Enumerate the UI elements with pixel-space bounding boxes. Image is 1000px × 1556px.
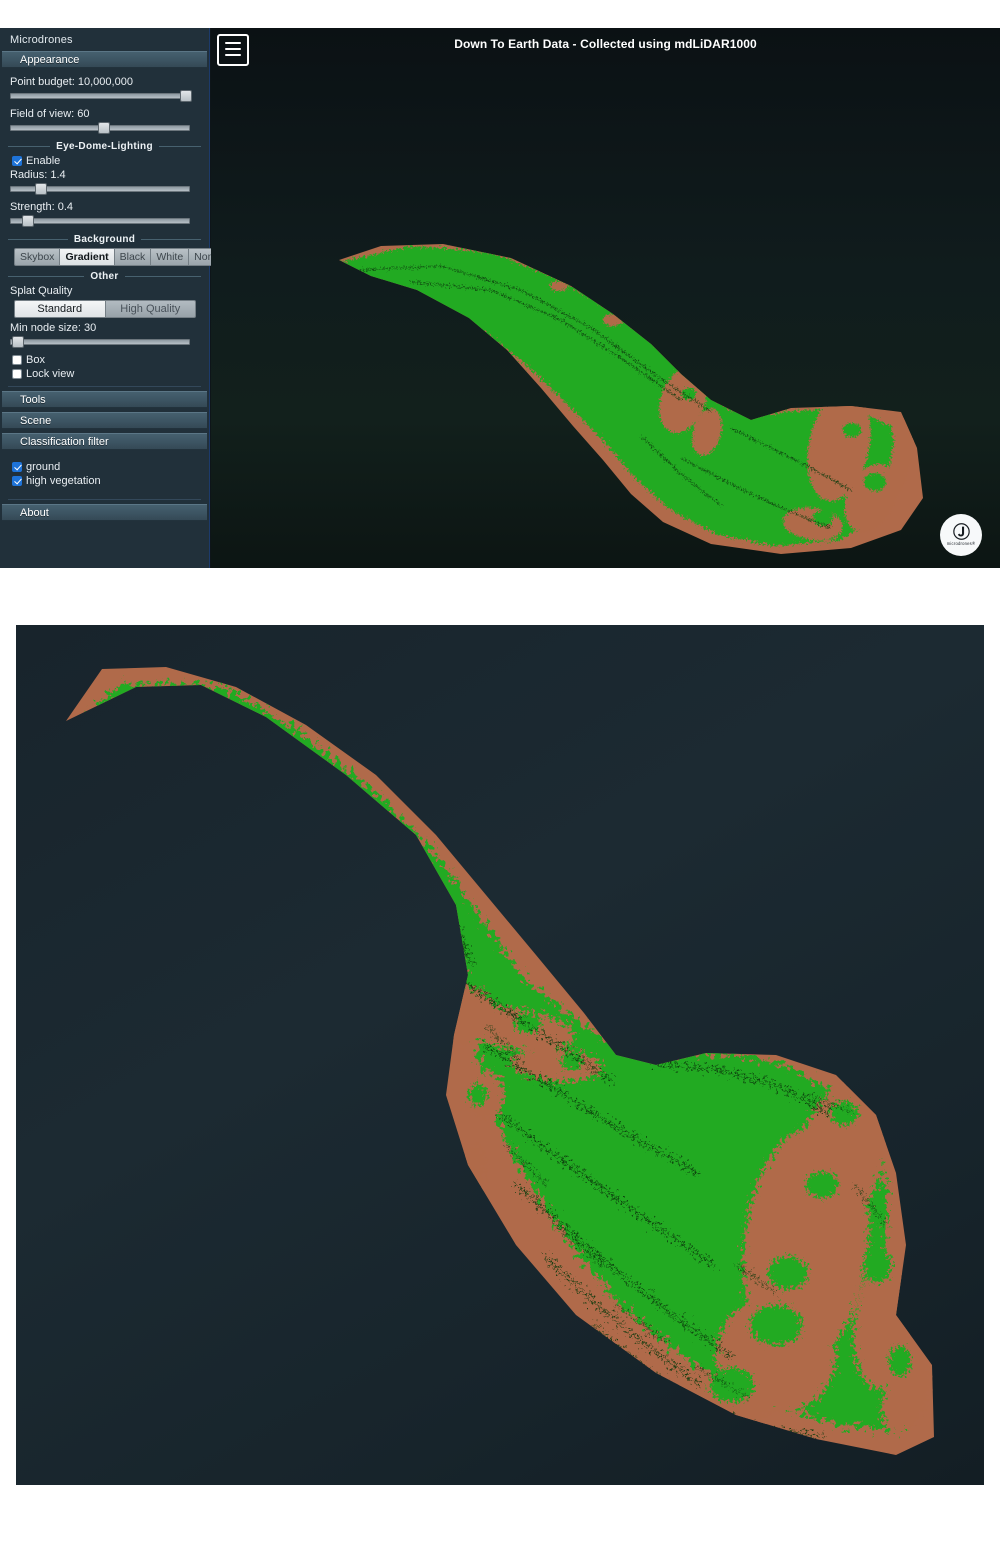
background-legend: Background: [8, 233, 201, 245]
checkbox-icon[interactable]: [12, 462, 22, 472]
point-cloud-large-panel: [16, 625, 984, 1485]
slider-handle[interactable]: [180, 90, 192, 102]
background-option-skybox[interactable]: Skybox: [14, 248, 60, 266]
slider-handle[interactable]: [98, 122, 110, 134]
accordion-scene[interactable]: Scene: [2, 412, 207, 429]
checkbox-icon[interactable]: [12, 156, 22, 166]
slider-handle[interactable]: [22, 215, 34, 227]
accordion-tools[interactable]: Tools: [2, 391, 207, 408]
classification-filter-section: ground high vegetation: [0, 450, 209, 504]
splat-quality-group: Standard High Quality: [14, 300, 196, 318]
box-label: Box: [26, 354, 45, 366]
accordion-appearance[interactable]: Appearance: [2, 51, 207, 68]
point-cloud-small: [211, 28, 1000, 568]
point-cloud-large: [16, 625, 984, 1485]
accordion-classification-filter[interactable]: Classification filter: [2, 433, 207, 450]
point-budget-label: Point budget: 10,000,000: [10, 76, 201, 88]
splat-quality-label: Splat Quality: [10, 285, 201, 297]
classification-label: high vegetation: [26, 475, 101, 487]
checkbox-icon[interactable]: [12, 369, 22, 379]
slider-handle[interactable]: [12, 336, 24, 348]
min-node-size-label: Min node size: 30: [10, 322, 201, 334]
splat-quality-standard[interactable]: Standard: [14, 300, 106, 318]
logo-mark: Ⓙ: [953, 525, 969, 540]
background-option-white[interactable]: White: [151, 248, 189, 266]
edl-enable-row[interactable]: Enable: [12, 155, 201, 167]
eye-dome-lighting-legend: Eye-Dome-Lighting: [8, 140, 201, 152]
classification-item-ground[interactable]: ground: [12, 461, 201, 473]
point-budget-slider[interactable]: [10, 91, 190, 100]
lock-view-row[interactable]: Lock view: [12, 368, 201, 380]
background-option-gradient[interactable]: Gradient: [60, 248, 114, 266]
other-legend: Other: [8, 270, 201, 282]
checkbox-icon[interactable]: [12, 476, 22, 486]
box-row[interactable]: Box: [12, 354, 201, 366]
accordion-about[interactable]: About: [2, 504, 207, 521]
appearance-section: Point budget: 10,000,000 Field of view: …: [0, 68, 209, 391]
min-node-size-slider[interactable]: [10, 337, 190, 346]
classification-item-high-vegetation[interactable]: high vegetation: [12, 475, 201, 487]
sidebar: Microdrones Appearance Point budget: 10,…: [0, 28, 210, 568]
strength-label: Strength: 0.4: [10, 201, 201, 213]
logo-wordmark: microdrones®: [947, 541, 976, 546]
slider-track: [10, 339, 190, 345]
background-option-group: Skybox Gradient Black White None: [14, 248, 199, 266]
background-option-black[interactable]: Black: [115, 248, 152, 266]
slider-track: [10, 93, 190, 99]
slider-track: [10, 218, 190, 224]
checkbox-icon[interactable]: [12, 355, 22, 365]
point-cloud-large-svg: [16, 625, 984, 1485]
strength-slider[interactable]: [10, 216, 190, 225]
point-cloud-svg: [211, 28, 1000, 568]
slider-handle[interactable]: [35, 183, 47, 195]
radius-slider[interactable]: [10, 184, 190, 193]
edl-enable-label: Enable: [26, 155, 60, 167]
splat-quality-high[interactable]: High Quality: [106, 300, 197, 318]
lock-view-label: Lock view: [26, 368, 74, 380]
potree-application-panel: Microdrones Appearance Point budget: 10,…: [0, 28, 1000, 568]
classification-label: ground: [26, 461, 60, 473]
radius-label: Radius: 1.4: [10, 169, 201, 181]
microdrones-logo: Ⓙ microdrones®: [940, 514, 982, 556]
section-divider: [8, 386, 201, 387]
render-viewport[interactable]: Down To Earth Data - Collected using mdL…: [211, 28, 1000, 568]
brand-label: Microdrones: [0, 28, 209, 51]
field-of-view-label: Field of view: 60: [10, 108, 201, 120]
field-of-view-slider[interactable]: [10, 123, 190, 132]
